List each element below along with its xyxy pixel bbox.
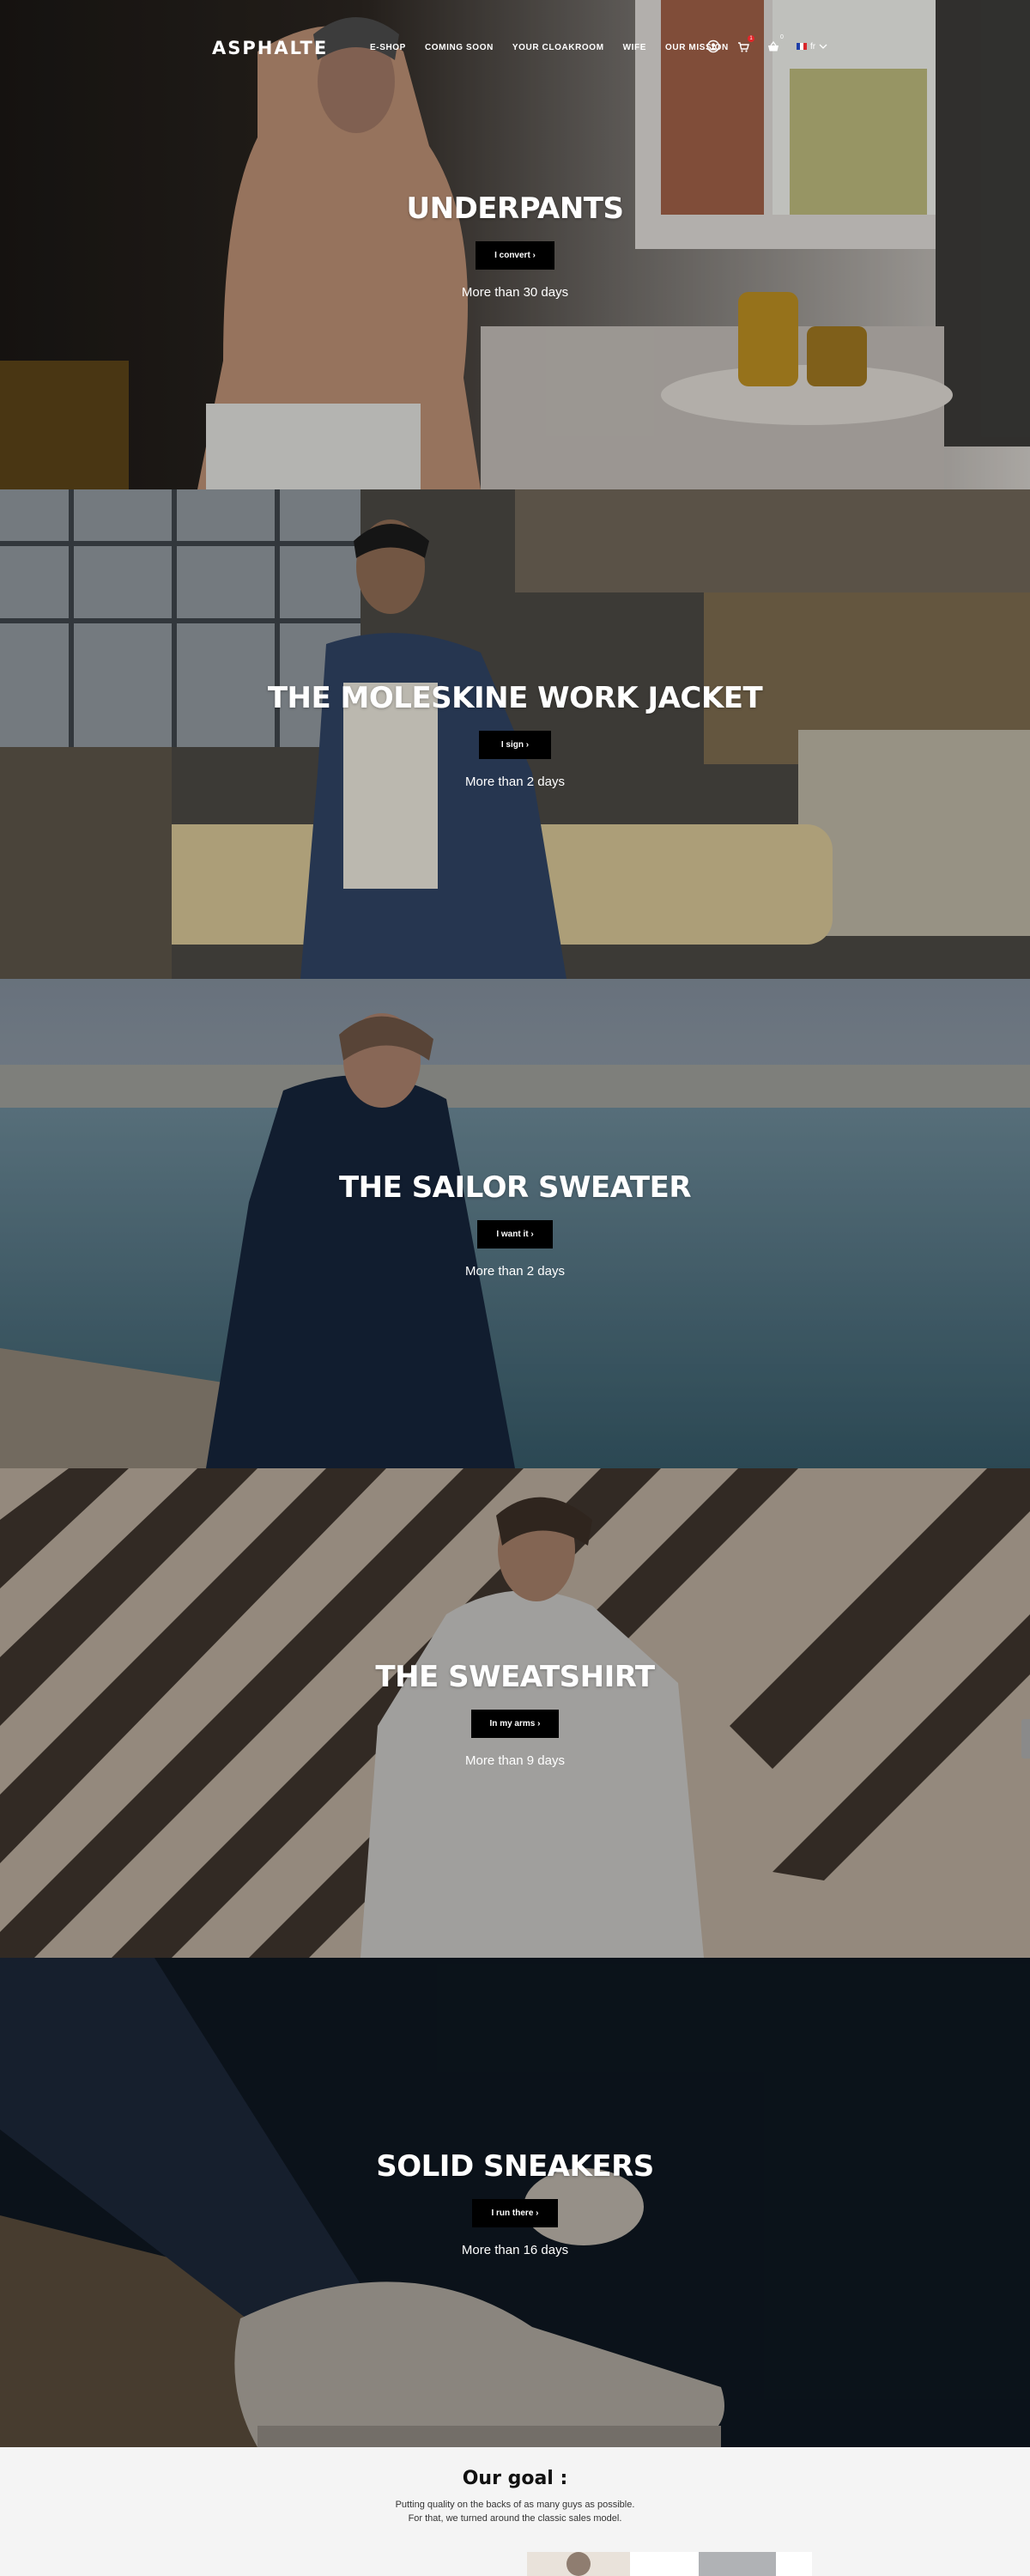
user-icon[interactable] <box>706 39 720 53</box>
hero-title: SOLID SNEAKERS <box>376 2149 654 2184</box>
hero-cta-button[interactable]: I want it › <box>477 1220 553 1249</box>
hero-moleskine-jacket: THE MOLESKINE WORK JACKET I sign › More … <box>0 489 1030 979</box>
france-flag-icon <box>797 43 807 50</box>
goal-image-strip <box>527 2552 812 2576</box>
hero-solid-sneakers: SOLID SNEAKERS I run there › More than 1… <box>0 1958 1030 2447</box>
hero-title: THE SAILOR SWEATER <box>338 1170 692 1205</box>
hero-cta-button[interactable]: I run there › <box>472 2199 558 2227</box>
hero-subtitle: More than 16 days <box>461 2243 569 2257</box>
goal-title: Our goal : <box>462 2468 568 2489</box>
hero-sweatshirt-content: THE SWEATSHIRT In my arms › More than 9 … <box>0 1660 1030 1768</box>
goal-section: Our goal : Putting quality on the backs … <box>0 2447 1030 2576</box>
nav-wife[interactable]: WIFE <box>623 43 646 52</box>
site-header: ASPHALTE E-SHOP COMING SOON YOUR CLOAKRO… <box>0 0 1030 100</box>
goal-line-2: For that, we turned around the classic s… <box>408 2513 622 2524</box>
hero-sailor-sweater-content: THE SAILOR SWEATER I want it › More than… <box>0 1170 1030 1279</box>
logo[interactable]: ASPHALTE <box>212 38 328 58</box>
hero-solid-sneakers-content: SOLID SNEAKERS I run there › More than 1… <box>0 2149 1030 2257</box>
hero-title: THE SWEATSHIRT <box>375 1660 655 1694</box>
hero-cta-button[interactable]: I convert › <box>476 241 554 270</box>
language-label: fr <box>810 41 816 52</box>
basket-count-badge: 0 <box>780 34 784 40</box>
language-selector[interactable]: fr <box>797 42 827 52</box>
basket-icon[interactable]: 0 <box>766 34 784 53</box>
nav-coming-soon[interactable]: COMING SOON <box>425 43 494 52</box>
hero-moleskine-jacket-content: THE MOLESKINE WORK JACKET I sign › More … <box>0 681 1030 789</box>
hero-cta-button[interactable]: I sign › <box>479 731 551 759</box>
hero-subtitle: More than 2 days <box>465 1264 565 1279</box>
hero-sweatshirt: THE SWEATSHIRT In my arms › More than 9 … <box>0 1468 1030 1958</box>
cart-count-badge: 1 <box>748 35 754 42</box>
goal-line-1: Putting quality on the backs of as many … <box>395 2500 635 2510</box>
hero-subtitle: More than 9 days <box>465 1753 565 1768</box>
goal-image <box>527 2552 812 2576</box>
goal-text: Putting quality on the backs of as many … <box>0 2498 1030 2525</box>
hero-title: UNDERPANTS <box>406 191 624 226</box>
nav-eshop[interactable]: E-SHOP <box>370 43 406 52</box>
hero-subtitle: More than 30 days <box>461 285 569 300</box>
hero-subtitle: More than 2 days <box>465 775 565 789</box>
hero-title: THE MOLESKINE WORK JACKET <box>267 681 763 715</box>
main-nav: E-SHOP COMING SOON YOUR CLOAKROOM WIFE O… <box>370 43 729 52</box>
side-feedback-tab[interactable] <box>1021 1719 1030 1759</box>
nav-your-cloakroom[interactable]: YOUR CLOAKROOM <box>512 43 604 52</box>
header-icons: 1 0 fr <box>706 34 827 53</box>
cart-icon[interactable]: 1 <box>736 35 754 53</box>
chevron-down-icon <box>819 44 827 49</box>
hero-cta-button[interactable]: In my arms › <box>470 1710 560 1738</box>
hero-sailor-sweater: THE SAILOR SWEATER I want it › More than… <box>0 979 1030 1468</box>
hero-underpants-content: UNDERPANTS I convert › More than 30 days <box>0 191 1030 300</box>
page: ASPHALTE E-SHOP COMING SOON YOUR CLOAKRO… <box>0 0 1030 2576</box>
